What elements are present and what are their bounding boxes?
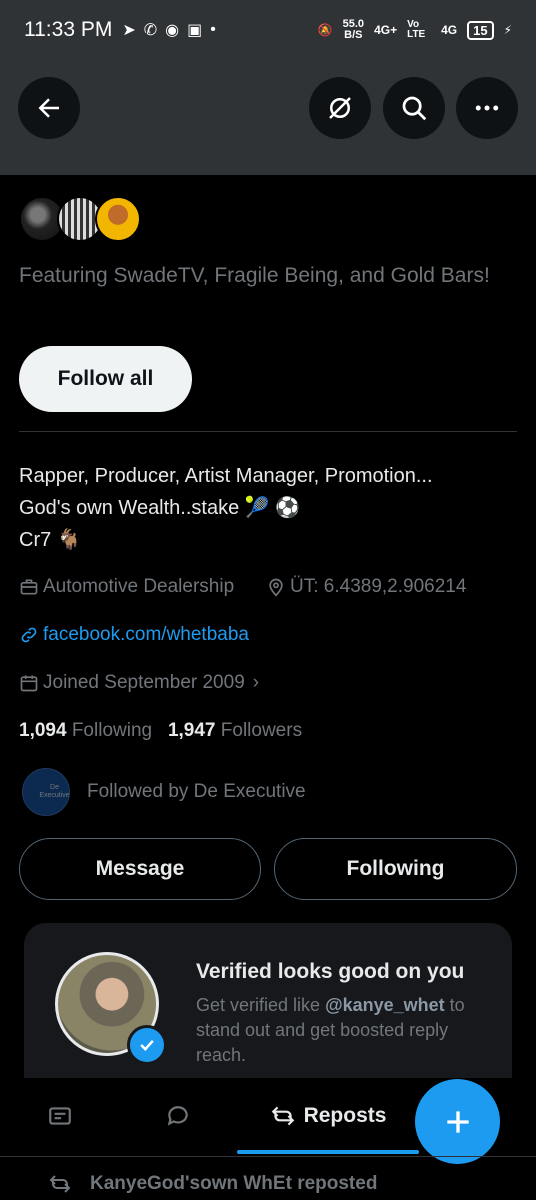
followers-stat[interactable]: 1,947 Followers [168,720,302,741]
avatar [95,196,141,242]
back-button[interactable] [18,77,80,139]
following-stat[interactable]: 1,094 Following [19,720,152,741]
telegram-icon: ➤ [122,22,136,39]
website[interactable]: facebook.com/whetbaba [19,624,249,646]
followed-by-avatar-label: De Executive [39,784,70,799]
net-speed: 55.0 B/S [343,19,364,41]
tab-media[interactable] [28,1078,92,1154]
dot-icon: • [210,21,216,38]
signal-1-label: 4G+ [374,23,398,37]
more-icon [475,105,499,111]
verified-badge-icon [127,1025,167,1065]
signal-2-label: 4G [441,23,458,37]
location: ÜT: 6.4389,2.906214 [266,576,466,598]
tab-replies[interactable] [146,1078,210,1154]
whatsapp-icon: ✆ [143,22,158,39]
repost-icon [49,1175,71,1193]
chat-icon: ◉ [165,22,180,39]
compose-button[interactable] [415,1079,500,1164]
category-label: Automotive Dealership [43,576,235,597]
link-icon [21,627,37,643]
profile-header [0,60,536,175]
location-label: ÜT: 6.4389,2.906214 [290,576,467,597]
media-icon [49,1107,71,1125]
search-button[interactable] [383,77,445,139]
divider [19,431,517,432]
status-time: 11:33 PM [24,18,113,41]
joined-label: Joined September 2009 [43,672,245,693]
volte-label: Vo LTE [407,19,426,40]
followed-by-text: Followed by De Executive [87,781,306,802]
hide-icon [329,97,351,119]
following-label: Following [71,720,153,741]
calendar-icon [20,675,38,692]
verified-card-text: Get verified like @kanye_whet to stand o… [196,993,496,1068]
briefcase-icon [20,579,38,595]
followed-by[interactable]: De Executive Followed by De Executive [22,768,306,816]
follow-all-button[interactable]: Follow all [19,346,192,412]
bio-line: Rapper, Producer, Artist Manager, Promot… [19,465,433,487]
followers-count: 1,947 [167,720,216,741]
bio: Rapper, Producer, Artist Manager, Promot… [19,460,519,556]
tab-reposts-label: Reposts [303,1104,387,1127]
charging-icon: ⚡ [503,23,512,37]
bio-line: Cr7 🐐 [19,529,82,551]
reply-icon [167,1106,188,1126]
plus-icon [446,1110,469,1133]
net-speed-unit: B/S [344,29,363,41]
category: Automotive Dealership [19,576,234,598]
following-button[interactable]: Following [274,838,517,900]
website-link[interactable]: facebook.com/whetbaba [43,624,249,646]
search-icon [402,96,427,121]
avatar: De Executive [22,768,70,816]
active-tab-indicator [237,1150,419,1154]
screenshot-icon: ▣ [187,22,203,39]
verified-card-title: Verified looks good on you [196,960,465,983]
tab-reposts[interactable]: Reposts [237,1078,419,1154]
hide-button[interactable] [309,77,371,139]
mute-icon: 🔕 [317,23,333,37]
status-bar: 11:33 PM ➤ ✆ ◉ ▣ • 🔕 55.0 B/S 4G+ Vo LTE… [0,0,536,60]
arrow-left-icon [38,98,59,118]
followers-label: Followers [220,720,303,741]
battery-indicator: 15 [467,20,494,40]
repost-icon [271,1106,294,1126]
follow-stats: 1,094 Following 1,947 Followers [19,720,302,742]
more-button[interactable] [456,77,518,139]
bio-line: God's own Wealth..stake 🎾 ⚽ [19,497,301,519]
following-count: 1,094 [19,720,67,741]
verified-handle: @kanye_whet [325,995,445,1015]
joined[interactable]: Joined September 2009 › [19,672,259,694]
repost-header: KanyeGod'sown WhEt reposted [48,1172,377,1196]
message-button[interactable]: Message [19,838,261,900]
chevron-right-icon: › [252,672,260,693]
status-right: 🔕 55.0 B/S 4G+ Vo LTE 4G 15 ⚡ [318,19,512,41]
repost-text: KanyeGod'sown WhEt reposted [90,1173,378,1194]
location-icon [269,578,283,597]
verified-text-before: Get verified like [196,995,326,1015]
divider [0,1156,536,1157]
featuring-text: Featuring SwadeTV, Fragile Being, and Go… [19,264,490,287]
